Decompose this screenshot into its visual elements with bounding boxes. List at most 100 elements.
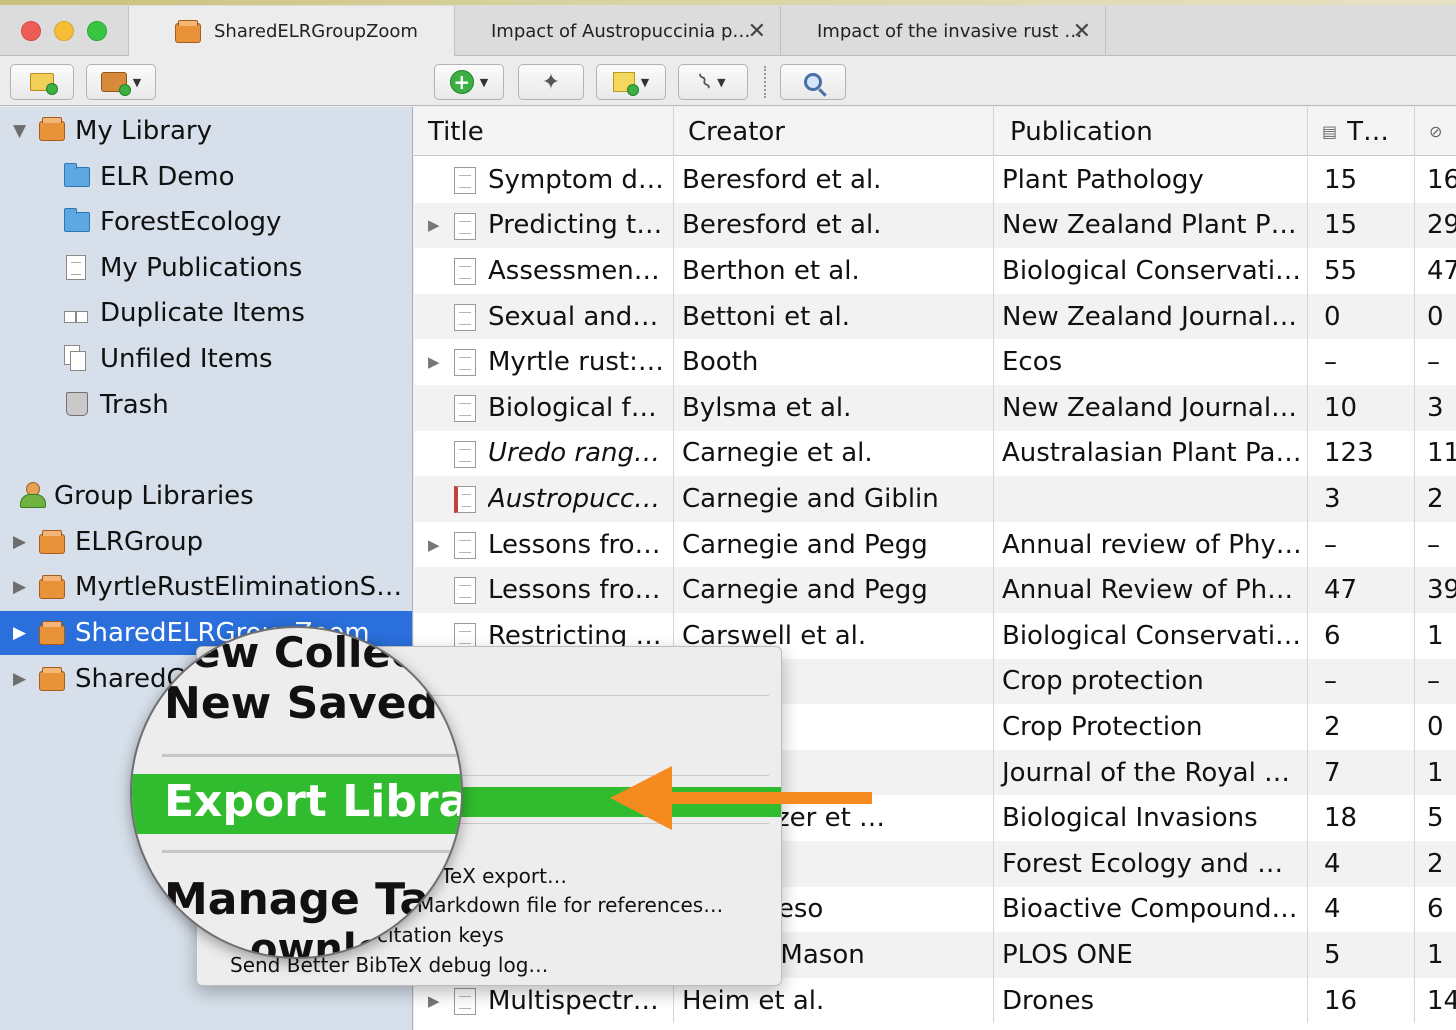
orange-arrow-icon [610, 766, 872, 830]
table-row[interactable]: Symptom d… Beresford et al. Plant Patholog… [414, 157, 1456, 203]
cell-x: 47 [1427, 255, 1456, 286]
attachment-icon: ⌇ [694, 68, 717, 96]
cell-x: 2 [1427, 848, 1444, 879]
sidebar-item-group-elrgroup[interactable]: ▶ ELRGroup [0, 520, 412, 564]
sidebar-item-trash[interactable]: Trash [0, 383, 412, 427]
chevron-down-icon: ▼ [479, 75, 489, 89]
cell-x: – [1427, 347, 1440, 378]
tab-reader-1[interactable]: Impact of Austropuccinia p… ✕ [454, 6, 780, 56]
title-text: Multispectr… [488, 985, 659, 1016]
minimize-window-button[interactable] [54, 21, 74, 41]
zoom-magnifier: ew Collec New Saved Se Export Library. M… [130, 626, 463, 959]
sidebar-item-forestecology[interactable]: ForestEcology [0, 200, 412, 244]
sidebar-item-group-myrtlerust[interactable]: ▶ MyrtleRustEliminationS… [0, 565, 412, 609]
cell-publication: Annual review of Phy… [994, 521, 1308, 568]
column-header-creator[interactable]: Creator [674, 107, 994, 156]
notes-count-icon: ▤ [1322, 122, 1338, 141]
new-note-button[interactable]: ▼ [596, 64, 666, 100]
sidebar-item-elr-demo[interactable]: ELR Demo [0, 155, 412, 199]
column-header-t[interactable]: ▤ T… [1308, 107, 1415, 156]
sidebar-item-label: My Publications [100, 253, 303, 283]
tab-reader-2[interactable]: Impact of the invasive rust … ✕ [780, 6, 1106, 56]
tab-label: SharedELRGroupZoom [214, 21, 418, 42]
column-header-x[interactable]: ⊘ [1415, 107, 1456, 156]
column-header-publication[interactable]: Publication [994, 107, 1308, 156]
close-icon[interactable]: ✕ [1073, 19, 1091, 44]
library-icon [39, 667, 65, 691]
cell-publication: Plant Pathology [994, 157, 1308, 203]
journal-article-icon [454, 395, 476, 422]
disclosure-closed-icon[interactable]: ▶ [428, 536, 440, 554]
cell-t: 6 [1308, 613, 1415, 659]
title-text: Uredo rang… [488, 438, 660, 469]
chevron-down-icon: ▼ [640, 75, 650, 89]
cell-t: 0 [1308, 293, 1415, 340]
sidebar-item-my-publications[interactable]: My Publications [0, 246, 412, 290]
cell-title: Symptom d… [414, 157, 674, 203]
add-by-identifier-button[interactable]: ✦ [518, 64, 584, 100]
new-library-button[interactable]: ▼ [86, 64, 156, 100]
cell-x: 1 [1427, 620, 1444, 651]
table-row[interactable]: Lessons fro… Carnegie and Pegg Annual Revi… [414, 567, 1456, 613]
sidebar-item-label: MyrtleRustEliminationS… [75, 572, 403, 602]
cell-t: 55 [1308, 248, 1415, 294]
cell-creator: Carnegie and Giblin [674, 476, 994, 522]
journal-article-icon [454, 987, 476, 1015]
sidebar-item-label: ForestEcology [100, 207, 282, 237]
attachments-column-icon: ⊘ [1429, 122, 1443, 141]
sidebar-item-my-library[interactable]: ▼ My Library [0, 109, 412, 153]
disclosure-closed-icon[interactable]: ▶ [13, 623, 26, 643]
sidebar-item-unfiled-items[interactable]: Unfiled Items [0, 337, 412, 381]
table-row[interactable]: ▶ Predicting t… Beresford et al. New Zealan… [414, 202, 1456, 249]
cell-t: 7 [1308, 749, 1415, 796]
zoom-window-button[interactable] [87, 21, 107, 41]
table-row[interactable]: Uredo rang… Carnegie et al. Australasian P… [414, 430, 1456, 477]
cell-x: 0 [1427, 711, 1444, 742]
cell-x: 14 [1427, 985, 1456, 1016]
disclosure-closed-icon[interactable]: ▶ [13, 532, 26, 552]
disclosure-closed-icon[interactable]: ▶ [428, 992, 440, 1010]
cell-publication: Journal of the Royal … [994, 749, 1308, 796]
menu-item-bibtex-export[interactable]: TeX export… [441, 864, 781, 888]
cell-t: 4 [1308, 841, 1415, 887]
sidebar-item-duplicate-items[interactable]: Duplicate Items [0, 291, 412, 335]
cell-x: 1 [1427, 757, 1444, 788]
disclosure-closed-icon[interactable]: ▶ [13, 577, 26, 597]
disclosure-closed-icon[interactable]: ▶ [428, 216, 440, 234]
magnified-menu-item: ownload [250, 926, 440, 959]
cell-title: Uredo rang… [414, 430, 674, 477]
disclosure-closed-icon[interactable]: ▶ [428, 353, 440, 371]
magnified-export-library[interactable]: Export Library. [164, 776, 461, 827]
disclosure-open-icon[interactable]: ▼ [13, 121, 26, 141]
sidebar-item-label: ELR Demo [100, 162, 235, 192]
table-row[interactable]: Austropucc… Carnegie and Giblin 3 2 [414, 476, 1456, 522]
new-item-button[interactable]: + ▼ [434, 64, 504, 100]
toolbar: ▼ + ▼ ✦ ▼ ⌇ ▼ [0, 56, 1456, 106]
table-row[interactable]: Sexual and… Bettoni et al. New Zealand Jou… [414, 293, 1456, 340]
journal-article-icon [454, 349, 476, 377]
cell-x: 1 [1427, 939, 1444, 970]
cell-publication [994, 476, 1308, 522]
add-attachment-button[interactable]: ⌇ ▼ [678, 64, 748, 100]
close-window-button[interactable] [21, 21, 41, 41]
table-row[interactable]: ▶ Lessons fro… Carnegie and Pegg Annual rev… [414, 521, 1456, 568]
column-header-title[interactable]: Title [414, 107, 674, 156]
tab-library[interactable]: SharedELRGroupZoom [128, 6, 454, 57]
new-collection-button[interactable] [10, 64, 74, 100]
table-row[interactable]: Biological f… Bylsma et al. New Zealand Jo… [414, 385, 1456, 431]
add-by-identifier-icon: ✦ [541, 69, 561, 95]
disclosure-closed-icon[interactable]: ▶ [13, 669, 26, 689]
title-text: Lessons fro… [488, 575, 661, 606]
toolbar-separator [764, 66, 766, 98]
folder-icon [64, 163, 90, 187]
title-text: Assessmen… [488, 255, 660, 286]
cell-t: 4 [1308, 886, 1415, 933]
menu-item-markdown-file[interactable]: Markdown file for references… [417, 893, 781, 917]
cell-title: Austropucc… [414, 476, 674, 522]
table-row[interactable]: Assessmen… Berthon et al. Biological Conse… [414, 248, 1456, 294]
search-button[interactable] [780, 64, 846, 100]
title-text: Biological f… [488, 392, 657, 423]
table-header: Title Creator Publication ▤ T… ⊘ [414, 107, 1456, 156]
close-icon[interactable]: ✕ [748, 19, 766, 44]
table-row[interactable]: ▶ Myrtle rust:… Booth Ecos – – [414, 339, 1456, 385]
